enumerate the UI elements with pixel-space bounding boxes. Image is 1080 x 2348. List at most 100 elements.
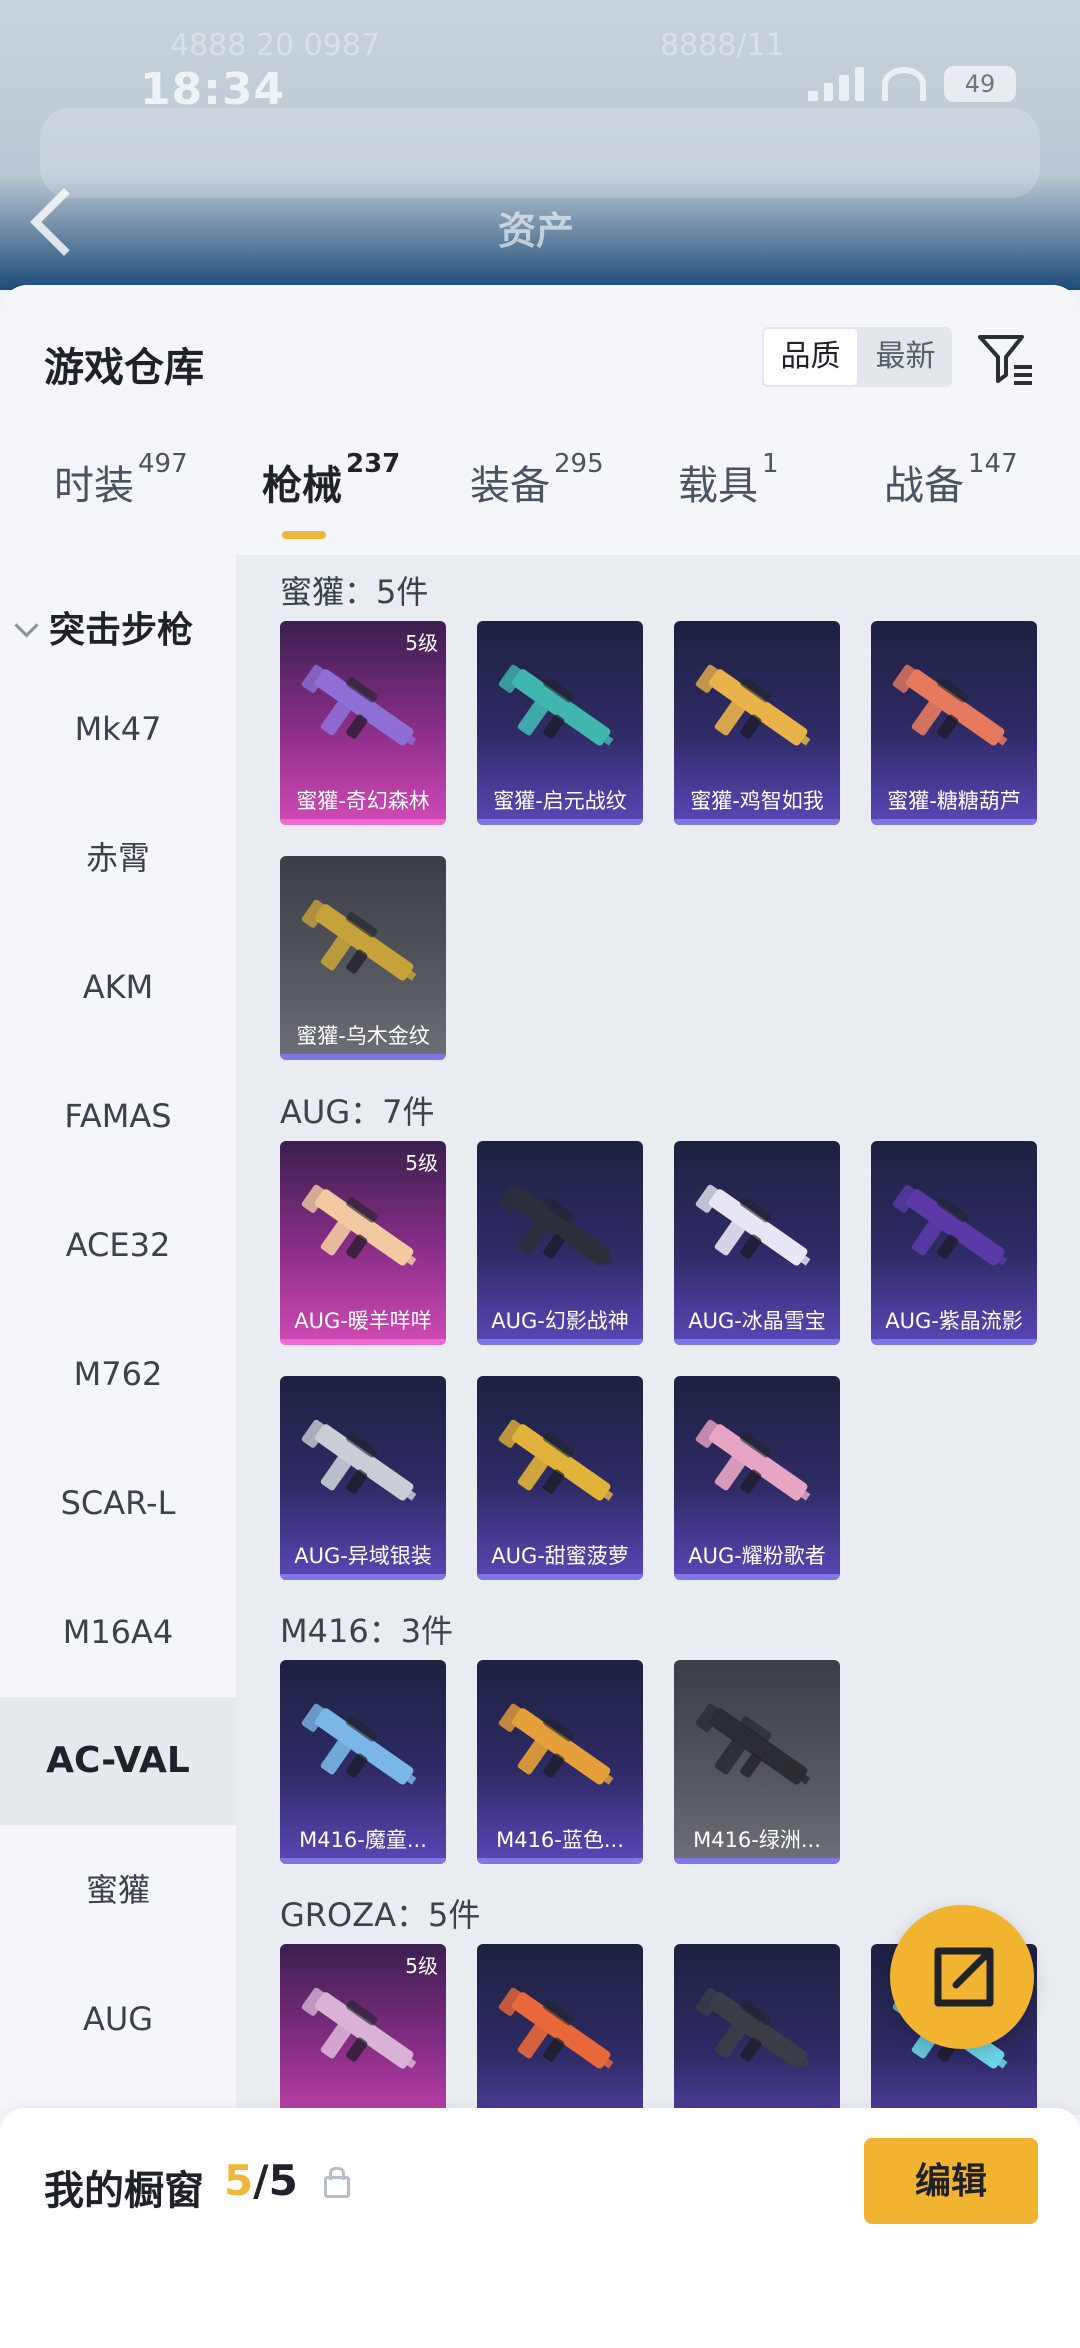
skin-name: 蜜獾-奇幻森林 xyxy=(296,789,430,813)
sidebar-item[interactable]: SCAR-L xyxy=(0,1439,236,1567)
sidebar-item[interactable]: AKM xyxy=(0,923,236,1051)
gun-icon xyxy=(301,1419,417,1501)
sidebar-item[interactable]: Mk47 xyxy=(0,665,236,793)
sidebar-category-assault-rifles[interactable]: 突击步枪 xyxy=(14,601,193,653)
edit-button[interactable]: 编辑 xyxy=(864,2138,1038,2224)
skin-card[interactable]: M416-绿洲... xyxy=(674,1660,840,1864)
skin-grid: 蜜獾：5件 AUG：7件 M416：3件 GROZA：5件 5级 蜜獾-奇幻森林蜜… xyxy=(236,555,1080,2148)
sort-option-quality[interactable]: 品质 xyxy=(764,329,857,385)
battery-icon: 49 xyxy=(944,66,1016,102)
background-blur-text-left: 4888 20 0987 xyxy=(170,28,380,63)
skin-name: AUG-幻影战神 xyxy=(491,1309,629,1333)
rarity-bar xyxy=(280,1574,446,1580)
skin-card[interactable]: AUG-异域银装 xyxy=(280,1376,446,1580)
skin-card[interactable]: M416-魔童... xyxy=(280,1660,446,1864)
sidebar-item[interactable]: AUG xyxy=(0,1955,236,2083)
gun-icon xyxy=(892,664,1008,746)
skin-card[interactable]: AUG-紫晶流影 xyxy=(871,1141,1037,1345)
rarity-bar xyxy=(477,1574,643,1580)
skin-level-badge: 5级 xyxy=(405,631,438,655)
share-button[interactable] xyxy=(890,1905,1034,2049)
rarity-bar xyxy=(871,1339,1037,1345)
rarity-bar xyxy=(477,1339,643,1345)
skin-name: M416-绿洲... xyxy=(693,1828,821,1852)
skin-card[interactable]: AUG-耀粉歌者 xyxy=(674,1376,840,1580)
skin-name: M416-魔童... xyxy=(299,1828,427,1852)
assets-title: 资产 xyxy=(498,209,575,253)
gun-icon xyxy=(498,664,614,746)
sidebar-item[interactable]: 赤霄 xyxy=(0,794,236,922)
skin-level-badge: 5级 xyxy=(405,1151,438,1175)
share-icon xyxy=(934,1947,994,2007)
rarity-bar xyxy=(280,819,446,825)
sidebar-item[interactable]: ACE32 xyxy=(0,1181,236,1309)
skin-name: 蜜獾-乌木金纹 xyxy=(296,1024,430,1048)
skin-name: AUG-耀粉歌者 xyxy=(688,1544,826,1568)
skin-card[interactable]: AUG-幻影战神 xyxy=(477,1141,643,1345)
background-header: 4888 20 0987 8888/11 18:34 49 资产 xyxy=(0,0,1080,290)
rarity-bar xyxy=(674,1574,840,1580)
page-title: 游戏仓库 xyxy=(44,345,204,391)
tab-equipment[interactable]: 装备 295 xyxy=(470,449,604,511)
filter-icon[interactable] xyxy=(976,331,1036,387)
skin-card[interactable]: 5级蜜獾-奇幻森林 xyxy=(280,621,446,825)
skin-card[interactable]: AUG-冰晶雪宝 xyxy=(674,1141,840,1345)
gun-icon xyxy=(695,1419,811,1501)
rarity-bar xyxy=(280,1054,446,1060)
back-arrow-icon[interactable] xyxy=(30,188,98,256)
rarity-bar xyxy=(280,1339,446,1345)
showcase-label: 我的橱窗 xyxy=(44,2168,204,2214)
gun-icon xyxy=(301,1184,417,1266)
skin-card[interactable]: 蜜獾-糖糖葫芦 xyxy=(871,621,1037,825)
background-summary-row xyxy=(40,108,1040,198)
group-title: AUG：7件 xyxy=(280,1093,435,1131)
skin-name: 蜜獾-糖糖葫芦 xyxy=(887,789,1021,813)
sidebar-item[interactable]: M16A4 xyxy=(0,1568,236,1696)
gun-icon xyxy=(695,664,811,746)
sidebar-item[interactable]: FAMAS xyxy=(0,1052,236,1180)
showcase-bar: 我的橱窗 5/5 编辑 xyxy=(0,2108,1080,2348)
group-title: 蜜獾：5件 xyxy=(280,573,429,611)
showcase-count: 5/5 xyxy=(224,2156,298,2205)
tab-guns[interactable]: 枪械 237 xyxy=(262,449,400,511)
sidebar-item[interactable]: 蜜獾 xyxy=(0,1826,236,1954)
skin-card[interactable]: 蜜獾-乌木金纹 xyxy=(280,856,446,1060)
gun-icon xyxy=(695,1184,811,1266)
sidebar-item-selected[interactable]: AC-VAL xyxy=(0,1697,236,1825)
active-tab-indicator xyxy=(282,531,326,539)
sort-option-newest[interactable]: 最新 xyxy=(859,329,952,385)
system-status-icons: 49 xyxy=(808,66,1016,102)
category-tabs: 时装 497 枪械 237 装备 295 载具 1 战备 147 xyxy=(0,449,1080,543)
tab-fashion[interactable]: 时装 497 xyxy=(54,449,188,511)
skin-name: M416-蓝色... xyxy=(496,1828,624,1852)
signal-icon xyxy=(808,67,864,101)
tab-vehicles[interactable]: 载具 1 xyxy=(678,449,779,511)
rarity-bar xyxy=(674,1858,840,1864)
weapon-sidebar: 突击步枪 Mk47 赤霄 AKM FAMAS ACE32 M762 SCAR-L… xyxy=(0,555,236,2115)
group-title: GROZA：5件 xyxy=(280,1896,481,1934)
skin-name: AUG-异域银装 xyxy=(294,1544,432,1568)
skin-card[interactable]: 5级 AUG-暖羊咩咩 xyxy=(280,1141,446,1345)
gun-icon xyxy=(301,1703,417,1785)
gun-icon xyxy=(498,1184,614,1266)
skin-name: AUG-冰晶雪宝 xyxy=(688,1309,826,1333)
skin-card[interactable]: M416-蓝色... xyxy=(477,1660,643,1864)
lock-icon xyxy=(324,2167,350,2198)
tab-battle-gear[interactable]: 战备 147 xyxy=(884,449,1018,511)
skin-name: AUG-暖羊咩咩 xyxy=(294,1309,432,1333)
skin-card[interactable]: 蜜獾-启元战纹 xyxy=(477,621,643,825)
sort-toggle[interactable]: 品质 最新 xyxy=(762,327,952,387)
gun-icon xyxy=(301,664,417,746)
sheet-header: 游戏仓库 品质 最新 时装 497 枪械 237 装备 295 载具 1 战备 147 xyxy=(0,285,1080,555)
skin-card[interactable]: AUG-甜蜜菠萝 xyxy=(477,1376,643,1580)
rarity-bar xyxy=(477,1858,643,1864)
gun-icon xyxy=(498,1703,614,1785)
skin-level-badge: 5级 xyxy=(405,1954,438,1978)
sidebar-item[interactable]: M762 xyxy=(0,1310,236,1438)
skin-card[interactable]: 蜜獾-鸡智如我 xyxy=(674,621,840,825)
skin-name: 蜜獾-鸡智如我 xyxy=(690,789,824,813)
gun-icon xyxy=(695,1987,811,2069)
background-blur-text-right: 8888/11 xyxy=(660,28,785,63)
gun-icon xyxy=(301,899,417,981)
gun-icon xyxy=(892,1184,1008,1266)
